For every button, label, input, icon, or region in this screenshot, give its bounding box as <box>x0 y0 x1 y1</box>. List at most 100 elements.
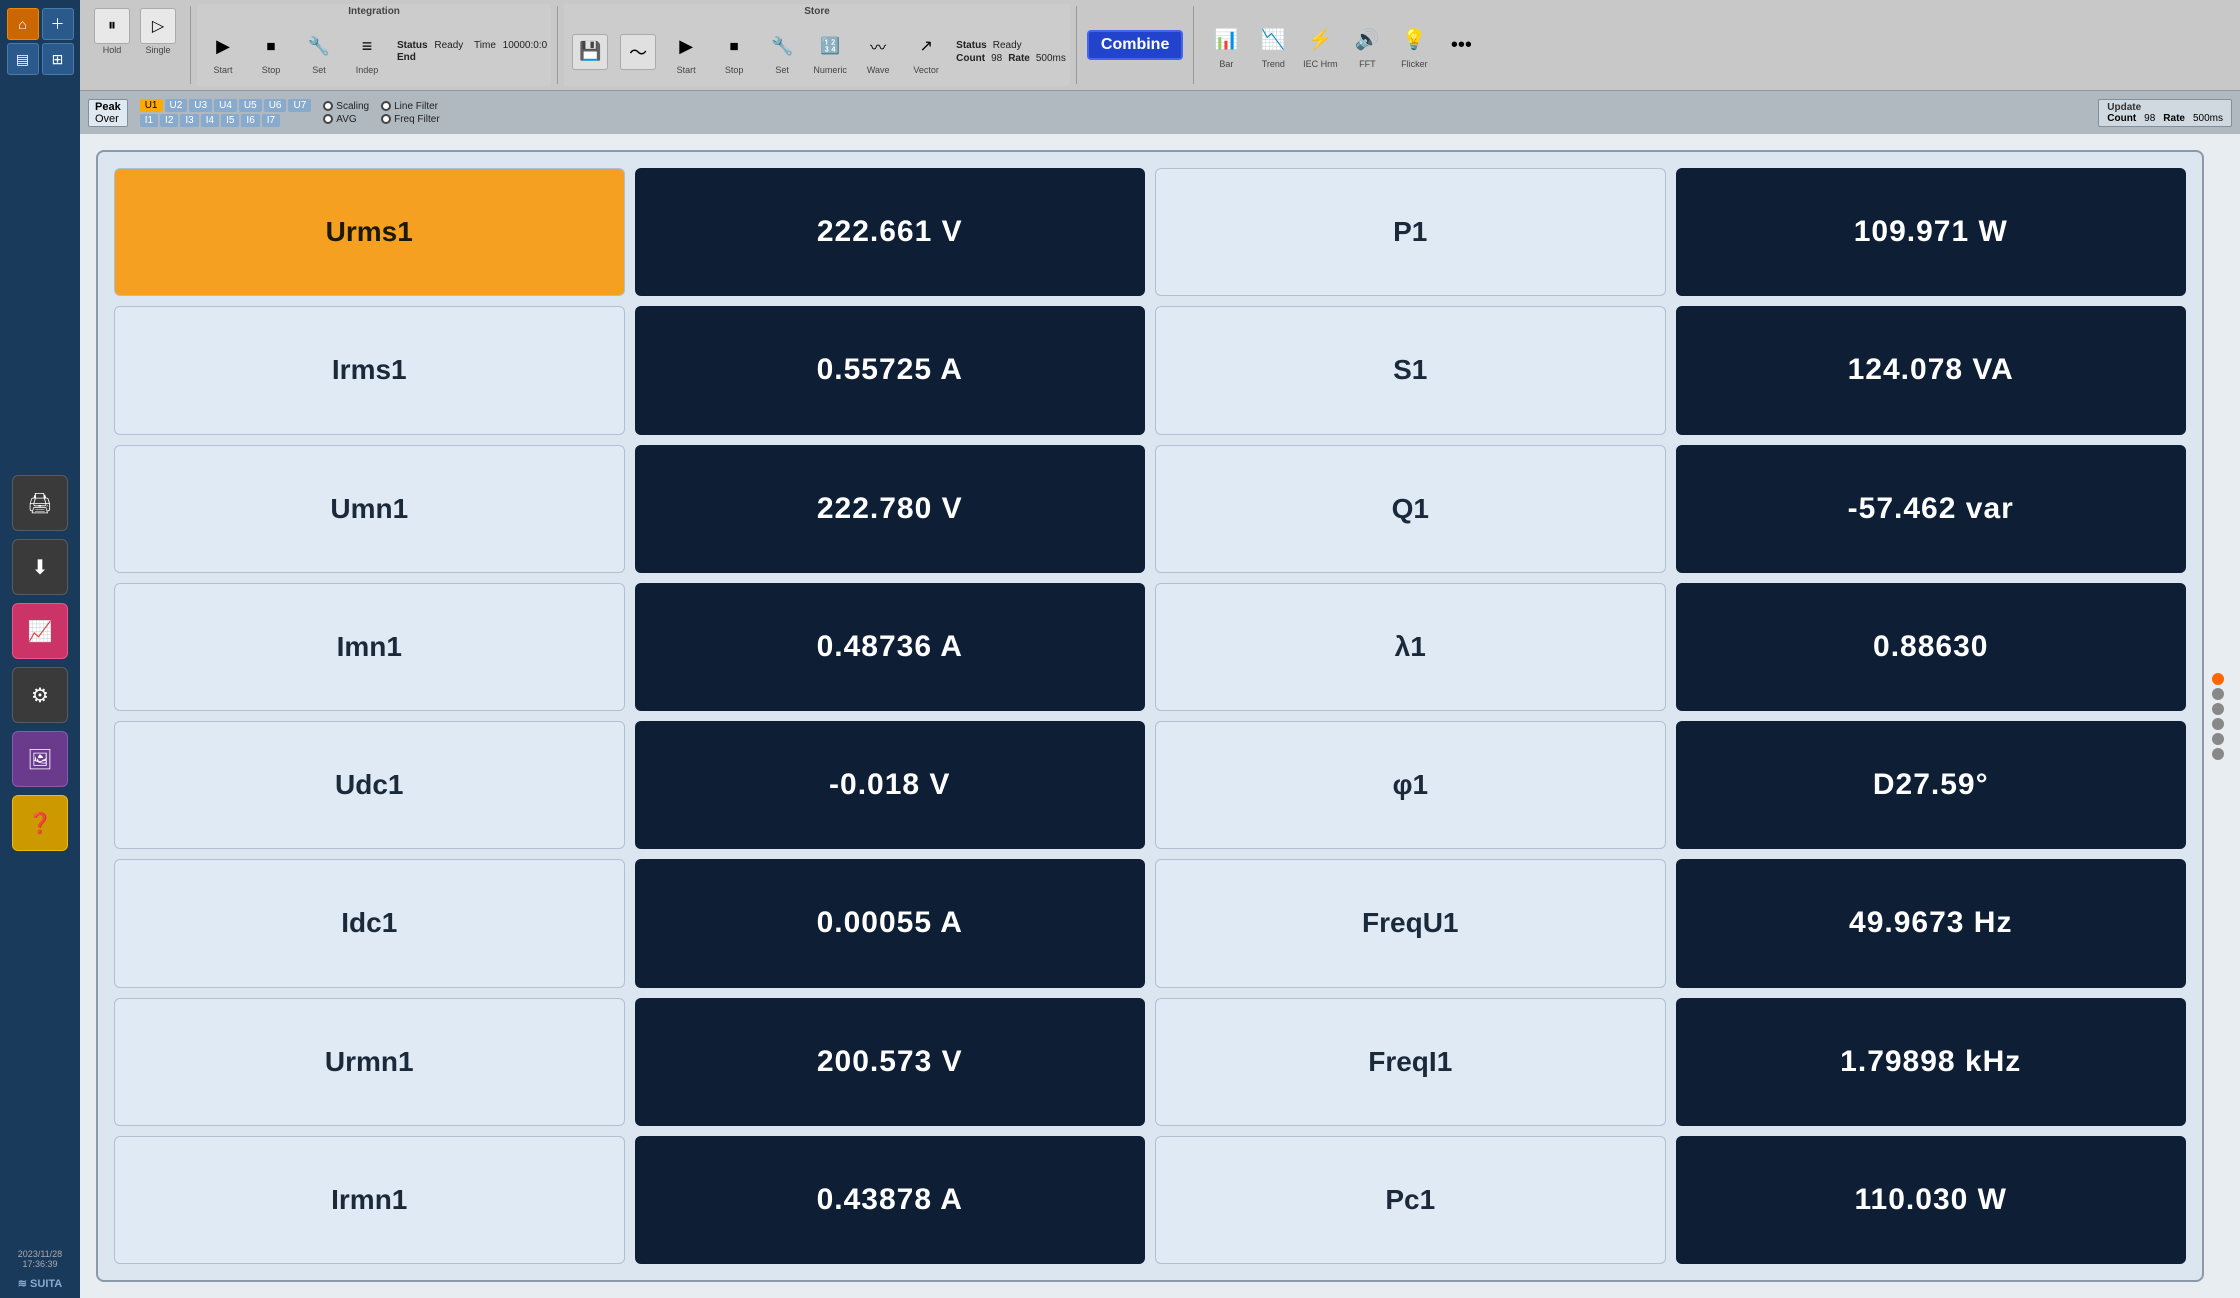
integration-start: ▶ Start <box>201 26 245 77</box>
measurement-value-6: 0.48736 A <box>635 583 1146 711</box>
integration-set-icon[interactable]: 🔧 <box>301 28 337 64</box>
bar-chart-group: 📊 Bar <box>1204 20 1248 71</box>
measurement-label-5[interactable]: Q1 <box>1155 445 1666 573</box>
measurement-label-13[interactable]: FreqI1 <box>1155 998 1666 1126</box>
store-rate-value: 500ms <box>1036 53 1066 64</box>
integration-indep-icon[interactable]: ≡ <box>349 28 385 64</box>
hold-single-group: ⏸ Hold ▷ Single <box>86 4 184 86</box>
store-start: ▶ Start <box>664 26 708 77</box>
sidebar-icon-home[interactable]: ⌂ <box>7 8 39 40</box>
store-wave-btn-icon[interactable]: 〰 <box>860 28 896 64</box>
freq-filter-label: Freq Filter <box>394 114 440 125</box>
ch-u6[interactable]: U6 <box>264 99 287 112</box>
hold-icon[interactable]: ⏸ <box>94 8 130 44</box>
trend-icon[interactable]: 📉 <box>1255 22 1291 58</box>
sidebar-tool-print[interactable]: 🖨 <box>12 475 68 531</box>
sidebar-tool-display[interactable]: 🖼 <box>12 731 68 787</box>
bar-chart-icon[interactable]: 📊 <box>1208 22 1244 58</box>
scroll-pip-3[interactable] <box>2212 703 2224 715</box>
scroll-pip-2[interactable] <box>2212 688 2224 700</box>
sidebar-tool-help[interactable]: ❓ <box>12 795 68 851</box>
ch-i3[interactable]: I3 <box>180 114 198 127</box>
scroll-pip-1[interactable] <box>2212 673 2224 685</box>
sidebar-icon-plus-row[interactable]: ▤ <box>7 43 39 75</box>
measurement-label-11[interactable]: FreqU1 <box>1155 859 1666 987</box>
channel-bottom-row: I1 I2 I3 I4 I5 I6 I7 <box>140 114 312 127</box>
ch-i5[interactable]: I5 <box>221 114 239 127</box>
ch-u7[interactable]: U7 <box>288 99 311 112</box>
combine-label: Combine <box>1101 36 1169 54</box>
scaling-radio[interactable]: Scaling <box>323 101 369 112</box>
flicker-group: 💡 Flicker <box>1392 20 1436 71</box>
store-numeric: 🔢 Numeric <box>808 26 852 77</box>
measurement-label-1[interactable]: P1 <box>1155 168 1666 296</box>
store-set-icon[interactable]: 🔧 <box>764 28 800 64</box>
sidebar-tool-download[interactable]: ⬇ <box>12 539 68 595</box>
scroll-pip-4[interactable] <box>2212 718 2224 730</box>
content-area: Urms1222.661 VP1109.971 WIrms10.55725 AS… <box>80 134 2240 1298</box>
combine-button[interactable]: Combine <box>1087 30 1183 60</box>
ch-u4[interactable]: U4 <box>214 99 237 112</box>
ch-u2[interactable]: U2 <box>165 99 188 112</box>
more-icon[interactable]: ••• <box>1443 27 1479 63</box>
measurement-label-9[interactable]: φ1 <box>1155 721 1666 849</box>
integration-stop-icon[interactable]: ⏹ <box>253 28 289 64</box>
measurement-label-12[interactable]: Urmn1 <box>114 998 625 1126</box>
more-group: ••• <box>1439 25 1483 65</box>
measurement-label-7[interactable]: λ1 <box>1155 583 1666 711</box>
store-vector-icon[interactable]: ↗ <box>908 28 944 64</box>
measurement-label-15[interactable]: Pc1 <box>1155 1136 1666 1264</box>
ch-i7[interactable]: I7 <box>262 114 280 127</box>
store-stop-icon[interactable]: ⏹ <box>716 28 752 64</box>
store-main-icon[interactable]: 💾 <box>572 34 608 70</box>
measurement-label-4[interactable]: Umn1 <box>114 445 625 573</box>
measurement-value-11: 49.9673 Hz <box>1676 859 2187 987</box>
store-status-row: Status Ready <box>956 40 1066 51</box>
store-numeric-icon[interactable]: 🔢 <box>812 28 848 64</box>
single-button-group: ▷ Single <box>136 6 180 57</box>
fft-icon[interactable]: 🔊 <box>1349 22 1385 58</box>
scroll-pip-6[interactable] <box>2212 748 2224 760</box>
measurement-label-10[interactable]: Idc1 <box>114 859 625 987</box>
sidebar-icon-add[interactable]: ＋ <box>42 8 74 40</box>
ch-i4[interactable]: I4 <box>201 114 219 127</box>
store-set: 🔧 Set <box>760 26 804 77</box>
store-wave-icon[interactable]: 〜 <box>620 34 656 70</box>
measurement-value-2: 0.55725 A <box>635 306 1146 434</box>
ch-u1[interactable]: U1 <box>140 99 163 112</box>
scaling-avg-group: Scaling AVG <box>323 101 369 125</box>
line-filter-radio[interactable]: Line Filter <box>381 101 440 112</box>
measurement-value-8: -0.018 V <box>635 721 1146 849</box>
integration-start-icon[interactable]: ▶ <box>205 28 241 64</box>
measurement-value-5: -57.462 var <box>1676 445 2187 573</box>
ch-u3[interactable]: U3 <box>189 99 212 112</box>
measurement-label-6[interactable]: Imn1 <box>114 583 625 711</box>
avg-radio[interactable]: AVG <box>323 114 369 125</box>
sidebar-tool-chart[interactable]: 📈 <box>12 603 68 659</box>
measurement-label-8[interactable]: Udc1 <box>114 721 625 849</box>
measurement-label-3[interactable]: S1 <box>1155 306 1666 434</box>
single-icon[interactable]: ▷ <box>140 8 176 44</box>
integration-start-label: Start <box>213 65 232 75</box>
flicker-icon[interactable]: 💡 <box>1396 22 1432 58</box>
store-count-label: Count <box>956 53 985 64</box>
sidebar-icon-grid[interactable]: ⊞ <box>42 43 74 75</box>
ch-u5[interactable]: U5 <box>239 99 262 112</box>
scroll-pip-5[interactable] <box>2212 733 2224 745</box>
sidebar-tool-settings[interactable]: ⚙ <box>12 667 68 723</box>
ch-i6[interactable]: I6 <box>241 114 259 127</box>
ch-i2[interactable]: I2 <box>160 114 178 127</box>
freq-filter-radio[interactable]: Freq Filter <box>381 114 440 125</box>
ch-i1[interactable]: I1 <box>140 114 158 127</box>
iec-hrm-icon[interactable]: ⚡ <box>1302 22 1338 58</box>
measurement-value-0: 222.661 V <box>635 168 1146 296</box>
avg-label: AVG <box>336 114 356 125</box>
toolbar: ⏸ Hold ▷ Single Integration ▶ Start ⏹ <box>80 0 2240 90</box>
store-vector-label: Vector <box>913 65 939 75</box>
store-start-icon[interactable]: ▶ <box>668 28 704 64</box>
measurement-label-0[interactable]: Urms1 <box>114 168 625 296</box>
channel-top-row: U1 U2 U3 U4 U5 U6 U7 <box>140 99 312 112</box>
measurement-label-14[interactable]: Irmn1 <box>114 1136 625 1264</box>
sidebar-brand: ≋ SUITA <box>18 1277 62 1290</box>
measurement-label-2[interactable]: Irms1 <box>114 306 625 434</box>
